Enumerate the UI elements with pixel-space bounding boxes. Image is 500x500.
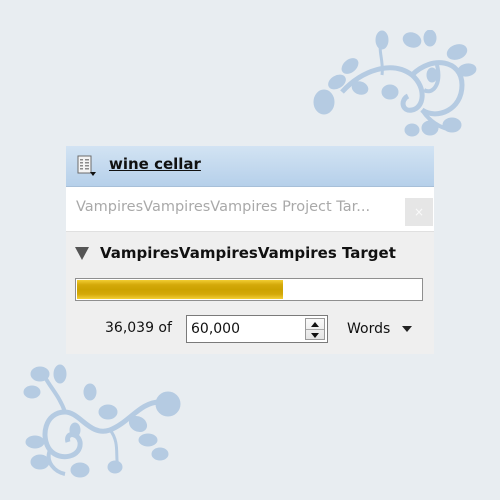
section-header[interactable]: VampiresVampiresVampires Target — [75, 244, 396, 262]
target-spinbox[interactable] — [186, 315, 328, 343]
target-progress-bar — [75, 278, 423, 301]
count-row: 36,039 of Words — [66, 315, 434, 343]
triangle-down-icon[interactable] — [75, 246, 89, 260]
project-target-panel: wine cellar VampiresVampiresVampires Pro… — [66, 146, 434, 354]
panel-titlebar: wine cellar — [66, 146, 434, 187]
spinner[interactable] — [305, 318, 325, 340]
chevron-down-icon[interactable] — [402, 326, 413, 332]
progress-fill — [77, 280, 283, 299]
spin-up-icon[interactable] — [306, 319, 324, 329]
spin-down-icon[interactable] — [306, 329, 324, 340]
document-menu-icon[interactable] — [77, 155, 97, 177]
floral-decoration-icon — [313, 30, 477, 137]
floral-decoration-icon — [23, 364, 181, 478]
project-target-tab[interactable]: VampiresVampiresVampires Project Tar... — [66, 187, 434, 232]
section-title: VampiresVampiresVampires Target — [100, 244, 396, 262]
close-icon[interactable]: × — [405, 198, 433, 226]
unit-selected: Words — [347, 321, 391, 337]
target-input[interactable] — [191, 320, 299, 338]
tab-label: VampiresVampiresVampires Project Tar... — [76, 199, 371, 215]
current-count: 36,039 of — [105, 320, 172, 336]
unit-dropdown[interactable]: Words — [347, 315, 427, 343]
panel-title-link[interactable]: wine cellar — [109, 155, 201, 173]
